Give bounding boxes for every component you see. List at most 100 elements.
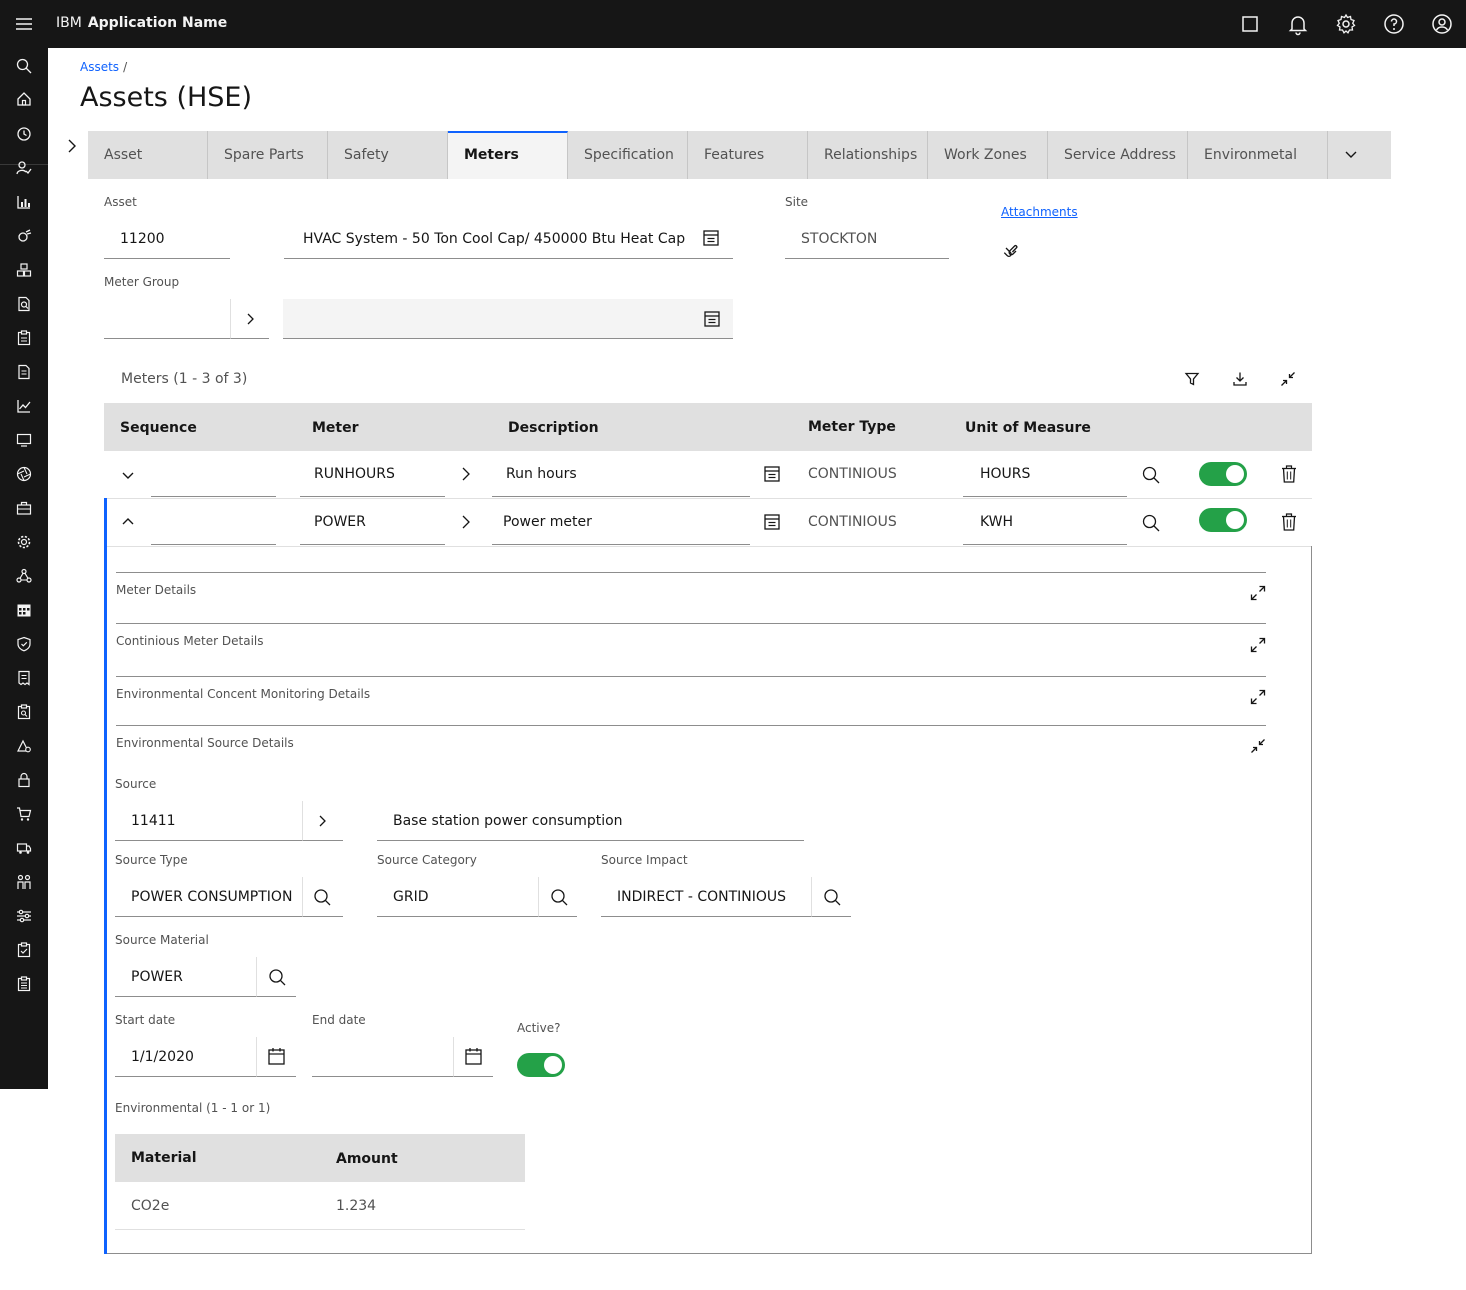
source-description-input[interactable]: Base station power consumption [377, 801, 804, 841]
trash-delete-icon[interactable] [1281, 513, 1297, 531]
paperclip-icon[interactable] [1002, 240, 1020, 258]
monitor-icon[interactable] [16, 432, 32, 448]
people-icon[interactable] [16, 874, 32, 890]
expand-icon[interactable] [1250, 585, 1266, 601]
asset-detail-button[interactable] [690, 219, 733, 259]
shopping-cart-icon[interactable] [16, 806, 32, 822]
trash-delete-icon[interactable] [1281, 465, 1297, 483]
column-header-amount[interactable]: Amount [336, 1151, 398, 1167]
hamburger-menu-icon[interactable] [12, 12, 36, 36]
breadcrumb-link-assets[interactable]: Assets [80, 60, 119, 74]
column-header-meter-type[interactable]: Meter Type [808, 419, 896, 435]
expand-icon[interactable] [1250, 637, 1266, 653]
meter-input[interactable]: RUNHOURS [300, 451, 445, 497]
aperture-icon[interactable] [16, 466, 32, 482]
source-type-input[interactable]: POWER CONSUMPTION [115, 877, 302, 917]
source-input[interactable]: 11411 [115, 801, 302, 841]
description-input[interactable]: Run hours [492, 451, 750, 497]
download-icon[interactable] [1232, 371, 1248, 387]
chevron-right-icon[interactable] [458, 514, 474, 530]
bar-chart-icon[interactable] [16, 194, 32, 210]
meter-group-description-input[interactable] [283, 299, 691, 339]
active-toggle[interactable] [1199, 508, 1247, 532]
tab-overflow-button[interactable] [1328, 131, 1391, 179]
section-environmental-source-details[interactable]: Environmental Source Details [116, 726, 1266, 766]
tab-specification[interactable]: Specification [568, 131, 688, 179]
source-category-input[interactable]: GRID [377, 877, 538, 917]
start-date-picker-button[interactable] [256, 1037, 296, 1077]
receipt-icon[interactable] [16, 670, 32, 686]
clipboard-icon[interactable] [16, 330, 32, 346]
sequence-input[interactable] [151, 451, 276, 497]
clipboard-search-icon[interactable] [16, 704, 32, 720]
user-check-icon[interactable] [16, 160, 32, 176]
column-header-description[interactable]: Description [508, 420, 599, 436]
search-icon[interactable] [1142, 514, 1160, 532]
chevron-right-icon[interactable] [64, 138, 80, 154]
start-date-input[interactable]: 1/1/2020 [115, 1037, 256, 1077]
source-impact-input[interactable]: INDIRECT - CONTINIOUS [601, 877, 811, 917]
tab-relationships[interactable]: Relationships [808, 131, 928, 179]
active-toggle[interactable] [1199, 462, 1247, 486]
tab-work-zones[interactable]: Work Zones [928, 131, 1048, 179]
shapes-search-icon[interactable] [16, 738, 32, 754]
square-icon[interactable] [1238, 12, 1262, 36]
column-header-meter[interactable]: Meter [312, 420, 359, 436]
collapse-icon[interactable] [1250, 738, 1266, 754]
detail-menu-icon[interactable] [764, 466, 780, 482]
tab-safety[interactable]: Safety [328, 131, 448, 179]
cubes-icon[interactable] [16, 262, 32, 278]
satellite-icon[interactable] [16, 228, 32, 244]
line-chart-icon[interactable] [16, 398, 32, 414]
checklist-icon[interactable] [16, 976, 32, 992]
collapse-icon[interactable] [1280, 371, 1296, 387]
tab-asset[interactable]: Asset [88, 131, 208, 179]
source-impact-lookup-button[interactable] [811, 877, 851, 917]
tab-meters[interactable]: Meters [448, 131, 568, 179]
end-date-input[interactable] [312, 1037, 453, 1077]
section-meter-details[interactable]: Meter Details [116, 573, 1266, 624]
meter-group-detail-button[interactable] [691, 299, 733, 339]
chevron-right-icon[interactable] [458, 466, 474, 482]
toolbox-icon[interactable] [16, 500, 32, 516]
column-header-sequence[interactable]: Sequence [120, 420, 197, 436]
meter-group-input[interactable] [104, 299, 230, 339]
meter-input[interactable]: POWER [300, 499, 445, 545]
task-check-icon[interactable] [16, 942, 32, 958]
search-icon[interactable] [1142, 466, 1160, 484]
end-date-picker-button[interactable] [453, 1037, 493, 1077]
active-toggle[interactable] [517, 1053, 565, 1077]
attachments-link[interactable]: Attachments [1001, 205, 1078, 219]
gear-icon[interactable] [16, 534, 32, 550]
source-type-lookup-button[interactable] [302, 877, 343, 917]
tab-service-address[interactable]: Service Address [1048, 131, 1188, 179]
section-continious-meter-details[interactable]: Continious Meter Details [116, 624, 1266, 677]
tab-environmetal[interactable]: Environmetal [1188, 131, 1328, 179]
sliders-icon[interactable] [16, 908, 32, 924]
expand-icon[interactable] [1250, 689, 1266, 705]
app-brand[interactable]: IBM Application Name [56, 15, 227, 31]
detail-menu-icon[interactable] [764, 514, 780, 530]
home-icon[interactable] [16, 91, 32, 107]
chevron-up-icon[interactable] [120, 514, 136, 530]
asset-description-input[interactable]: HVAC System - 50 Ton Cool Cap/ 450000 Bt… [284, 219, 690, 259]
calendar-grid-icon[interactable] [16, 602, 32, 618]
column-header-unit-of-measure[interactable]: Unit of Measure [965, 420, 1091, 436]
source-category-lookup-button[interactable] [538, 877, 577, 917]
help-icon[interactable] [1382, 12, 1406, 36]
shield-check-icon[interactable] [16, 636, 32, 652]
sequence-input[interactable] [151, 499, 276, 545]
source-material-input[interactable]: POWER [115, 957, 256, 997]
search-icon[interactable] [16, 58, 32, 74]
settings-gear-icon[interactable] [1334, 12, 1358, 36]
meter-group-go-button[interactable] [230, 299, 269, 339]
notification-bell-icon[interactable] [1286, 12, 1310, 36]
column-header-material[interactable]: Material [131, 1150, 197, 1166]
tab-spare-parts[interactable]: Spare Parts [208, 131, 328, 179]
network-icon[interactable] [16, 568, 32, 584]
source-go-button[interactable] [302, 801, 343, 841]
report-icon[interactable] [16, 364, 32, 380]
source-material-lookup-button[interactable] [256, 957, 296, 997]
delivery-icon[interactable] [16, 840, 32, 856]
filter-icon[interactable] [1184, 371, 1200, 387]
